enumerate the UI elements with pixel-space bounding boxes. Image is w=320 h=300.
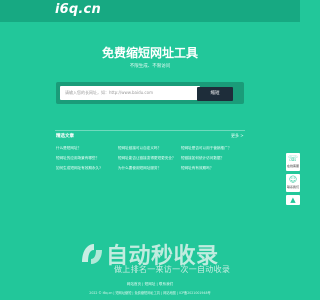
- article-link[interactable]: 短网址链接可以自定义吗？: [118, 146, 161, 151]
- footer-links[interactable]: 网站首页 | 短网址 | 联系我们: [0, 282, 300, 287]
- arrow-up-icon: ▲: [290, 196, 296, 204]
- article-link[interactable]: 短网址能否让链接变得更短更安全？: [118, 156, 176, 161]
- article-link[interactable]: 什么是短网址？: [56, 146, 81, 151]
- long-url-input[interactable]: 请输入您的长网址，如：http://www.baidu.com: [60, 86, 200, 100]
- more-articles-link[interactable]: 更多 >: [231, 133, 244, 139]
- site-logo[interactable]: i6q.cn: [55, 2, 101, 17]
- contact-button[interactable]: ☺ 联系我们: [286, 174, 300, 192]
- chat-icon: ☏: [287, 154, 298, 163]
- top-bar: i6q.cn: [0, 0, 300, 22]
- article-link[interactable]: 短网址有有效期吗？: [181, 166, 213, 171]
- customer-service-button[interactable]: ☏ 在线客服: [286, 153, 300, 171]
- back-to-top-button[interactable]: ▲: [286, 195, 300, 205]
- article-link[interactable]: 短网址是否可以用于营销推广？: [181, 146, 231, 151]
- footer-copyright: 2022 © i6q.cn | 短网址缩短 | 免费缩短网址工具 | 网站地图 …: [89, 291, 211, 295]
- shorten-button[interactable]: 缩短: [197, 87, 233, 101]
- hero-title: 免费缩短网址工具: [101, 46, 198, 60]
- qq-icon: ☺: [288, 175, 298, 184]
- side-toolbar: ☏ 在线客服 ☺ 联系我们 ▲: [286, 153, 300, 205]
- article-link[interactable]: 如何生成短网址有效期永久?: [56, 166, 101, 171]
- hero-subtitle: 不限生成、不限访问: [129, 64, 171, 69]
- article-link[interactable]: 短链接如何统计访问数据？: [181, 156, 224, 161]
- article-link[interactable]: 短网址的应用场景有哪些？: [56, 156, 99, 161]
- side-button-label: 在线客服: [286, 164, 299, 168]
- watermark-logo-icon: [82, 244, 102, 264]
- featured-articles-title: 精选文章: [56, 134, 74, 139]
- watermark-overlay: 自动秒收录 做上排名一来访一次一自动收录: [78, 236, 284, 276]
- side-button-label: 联系我们: [286, 185, 299, 189]
- article-link[interactable]: 为什么要使用短网址服务？: [118, 166, 161, 171]
- watermark-slogan: 做上排名一来访一次一自动收录: [114, 265, 231, 274]
